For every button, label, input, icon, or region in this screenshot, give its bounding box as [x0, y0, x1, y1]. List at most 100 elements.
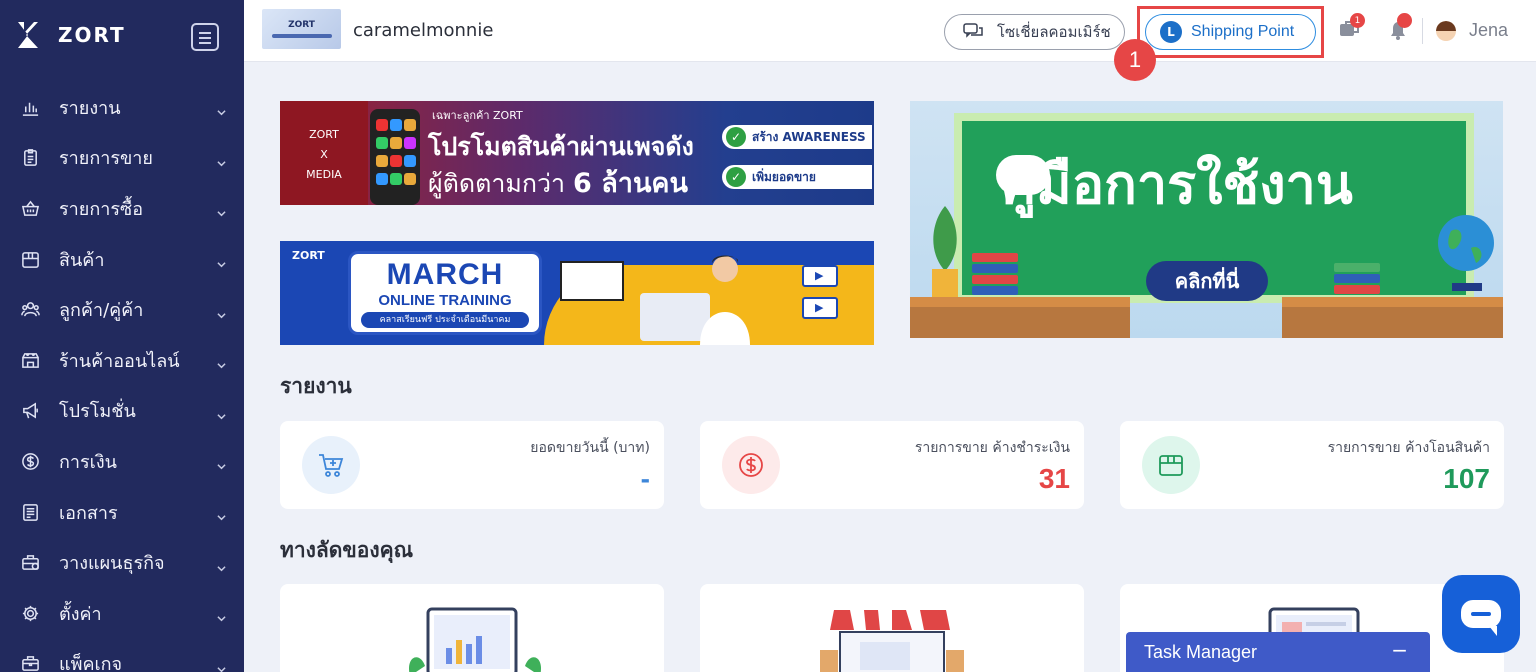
shop-name[interactable]: caramelmonnie [353, 20, 493, 41]
notification-button[interactable] [1386, 13, 1412, 44]
users-icon [20, 300, 40, 320]
plant-illustration [932, 206, 958, 297]
books-illustration [972, 253, 1018, 297]
megaphone-icon [20, 401, 40, 421]
avatar[interactable] [1436, 21, 1456, 41]
shortcut-card-reports[interactable] [280, 584, 664, 672]
stat-card-pending-payment[interactable]: รายการขาย ค้างชำระเงิน 31 [700, 421, 1084, 509]
live-chat-button[interactable] [1442, 575, 1520, 653]
stat-value: - [640, 463, 650, 494]
stat-value: 107 [1443, 463, 1490, 494]
step-marker: 1 [1114, 39, 1156, 81]
march-training-title-box: MARCH ONLINE TRAINING คลาสเรียนฟรี ประจำ… [348, 251, 542, 335]
chat-notification-button[interactable]: 1 [1338, 13, 1365, 44]
dollar-icon [20, 451, 40, 471]
cart-plus-icon [302, 436, 360, 494]
sidebar-item-label: รายการขาย [59, 148, 153, 170]
sidebar-item-label: การเงิน [59, 451, 117, 473]
briefcase-icon [20, 553, 40, 573]
sidebar-item-purchases[interactable]: รายการซื้อ [0, 183, 244, 234]
sidebar-item-label: เอกสาร [59, 502, 118, 524]
bar-chart-icon [20, 97, 40, 117]
manual-title: คู่มือการใช้งาน [1000, 153, 1353, 216]
sidebar-item-finance[interactable]: การเงิน [0, 436, 244, 487]
stat-label: รายการขาย ค้างโอนสินค้า [1327, 440, 1490, 456]
chevron-down-icon [217, 355, 226, 369]
task-manager-bar[interactable]: Task Manager − [1126, 632, 1430, 672]
sidebar-item-reports[interactable]: รายงาน [0, 82, 244, 133]
sidebar-item-products[interactable]: สินค้า [0, 234, 244, 285]
sidebar-item-label: วางแผนธุรกิจ [59, 553, 165, 575]
store-icon [20, 350, 40, 370]
sidebar-toggle-button[interactable] [191, 23, 219, 51]
sidebar-item-label: โปรโมชั่น [59, 401, 136, 423]
reports-section-title: รายงาน [280, 374, 352, 398]
presenter-illustration [700, 255, 750, 345]
whiteboard-illustration [560, 261, 624, 301]
zort-logo-icon [18, 22, 38, 48]
phone-illustration [370, 109, 420, 205]
sidebar-nav: รายงาน รายการขาย รายการซื้อ สินค้า ลูกค้… [0, 82, 244, 672]
globe-illustration [1438, 215, 1494, 291]
video-icon [802, 265, 838, 287]
box-icon [20, 249, 40, 269]
package-icon [20, 654, 40, 672]
shop-logo-text: ZORT [288, 20, 315, 30]
store-illustration [820, 610, 964, 672]
banner-march-training[interactable]: ZORT MARCH ONLINE TRAINING คลาสเรียนฟรี … [280, 241, 874, 345]
stat-card-pending-transfer[interactable]: รายการขาย ค้างโอนสินค้า 107 [1120, 421, 1504, 509]
banner-media-promotion[interactable]: ZORT X MEDIA เฉพาะลูกค้า ZORT โปรโมตสินค… [280, 101, 874, 205]
chevron-down-icon [217, 305, 226, 318]
sidebar-item-promotions[interactable]: โปรโมชั่น [0, 386, 244, 437]
video-icon [802, 297, 838, 319]
sidebar-item-label: สินค้า [59, 249, 105, 271]
stat-label: ยอดขายวันนี้ (บาท) [530, 440, 650, 456]
books-illustration [1334, 263, 1380, 307]
sidebar-item-label: รายการซื้อ [59, 198, 144, 220]
sidebar-item-label: แพ็คเกจ [59, 654, 123, 672]
sidebar-item-online-store[interactable]: ร้านค้าออนไลน์ [0, 335, 244, 386]
sidebar-item-label: ร้านค้าออนไลน์ [59, 350, 180, 372]
shipping-point-logo-icon: L [1160, 21, 1182, 43]
chat-bubble-icon [1461, 600, 1501, 636]
task-manager-label: Task Manager [1144, 641, 1258, 662]
banner-media-partner: ZORT X MEDIA [280, 101, 368, 205]
stat-card-today-sales[interactable]: ยอดขายวันนี้ (บาท) - [280, 421, 664, 509]
shortcuts-section-title: ทางลัดของคุณ [280, 538, 414, 562]
sidebar-item-sales[interactable]: รายการขาย [0, 133, 244, 184]
chevron-down-icon [217, 102, 226, 116]
minimize-icon[interactable]: − [1391, 638, 1408, 662]
chevron-down-icon [217, 558, 226, 571]
social-commerce-label: โซเชี่ยลคอมเมิร์ช [997, 23, 1111, 41]
chevron-down-icon [217, 406, 226, 420]
shipping-point-button[interactable]: L Shipping Point [1145, 14, 1316, 50]
clipboard-icon [20, 148, 40, 168]
social-commerce-button[interactable]: โซเชี่ยลคอมเมิร์ช [944, 14, 1125, 50]
banner-tag-sales: เพิ่มยอดขาย [722, 165, 872, 189]
banner-user-manual[interactable]: คู่มือการใช้งาน คลิกที่นี่ [910, 101, 1503, 338]
stat-value: 31 [1038, 463, 1070, 494]
shop-logo[interactable]: ZORT [262, 9, 341, 49]
gear-icon [20, 603, 40, 623]
notification-dot-badge [1397, 13, 1412, 28]
chat-bubbles-icon [963, 23, 983, 38]
brand-logo[interactable]: ZORT [16, 20, 126, 50]
sidebar-item-documents[interactable]: เอกสาร [0, 487, 244, 538]
user-name[interactable]: Jena [1469, 20, 1508, 41]
sidebar-item-label: รายงาน [59, 97, 121, 119]
chevron-down-icon [217, 608, 226, 622]
top-header: ZORT caramelmonnie โซเชี่ยลคอมเมิร์ช L S… [244, 0, 1536, 81]
manual-click-here-button[interactable]: คลิกที่นี่ [1146, 261, 1268, 301]
sidebar-item-package[interactable]: แพ็คเกจ [0, 639, 244, 672]
chevron-down-icon [217, 254, 226, 268]
document-icon [20, 502, 40, 522]
sidebar: ZORT รายงาน รายการขาย รายการซื้อ สินค้า … [0, 0, 244, 672]
shortcut-card-store[interactable] [700, 584, 1084, 672]
sidebar-item-settings[interactable]: ตั้งค่า [0, 588, 244, 639]
sidebar-item-label: ลูกค้า/คู่ค้า [59, 300, 144, 322]
sidebar-item-contacts[interactable]: ลูกค้า/คู่ค้า [0, 284, 244, 335]
chevron-down-icon [217, 507, 226, 521]
stat-label: รายการขาย ค้างชำระเงิน [914, 440, 1070, 456]
sidebar-item-business-planning[interactable]: วางแผนธุรกิจ [0, 537, 244, 588]
chevron-down-icon [217, 153, 226, 167]
